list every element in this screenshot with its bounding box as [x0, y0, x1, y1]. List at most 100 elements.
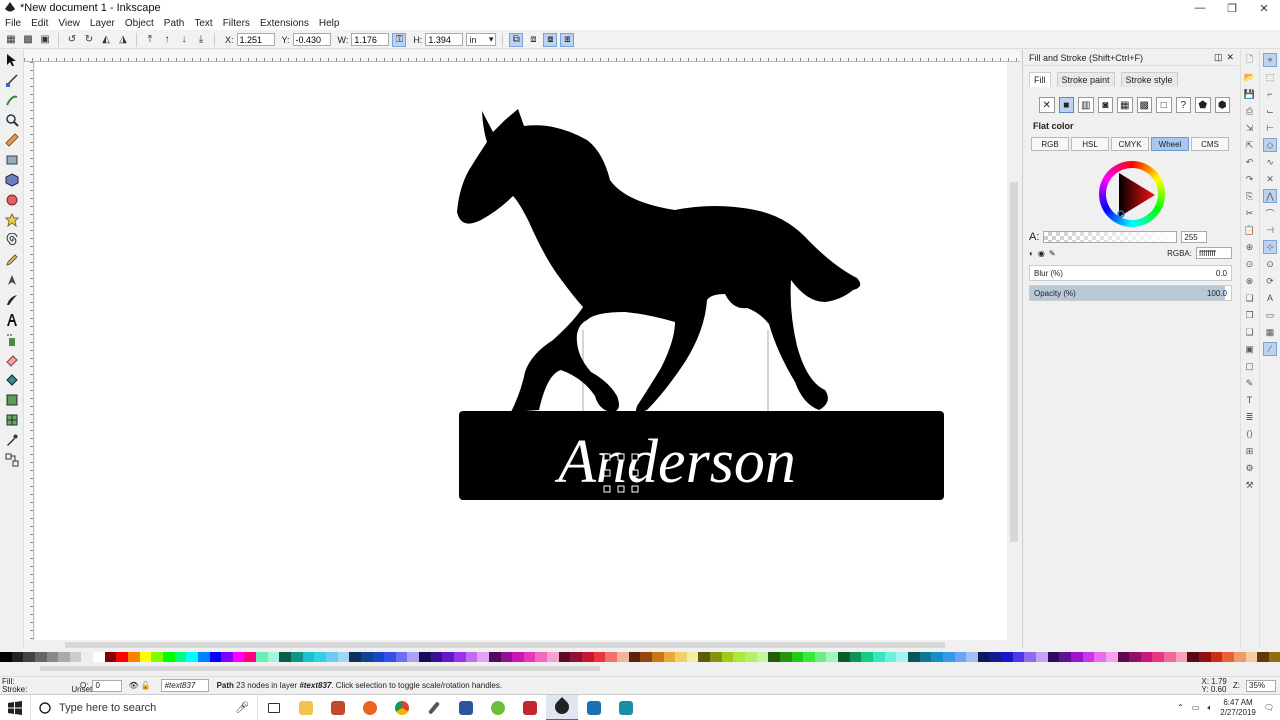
snap-bbox-edge-icon[interactable]: ⌐	[1263, 87, 1277, 101]
snap-midpoint-icon[interactable]: ⊣	[1263, 223, 1277, 237]
flip-horizontal-icon[interactable]: ◭	[99, 33, 113, 47]
y-field[interactable]	[292, 33, 331, 46]
palette-swatch[interactable]	[710, 652, 722, 662]
snap-bbox-icon[interactable]: ⬚	[1263, 70, 1277, 84]
palette-swatch[interactable]	[34, 652, 47, 662]
menu-file[interactable]: File	[0, 18, 26, 29]
palette-swatch[interactable]	[512, 652, 524, 662]
palette-swatch[interactable]	[360, 652, 373, 662]
export-icon[interactable]: ⇱	[1243, 138, 1257, 152]
palette-swatch[interactable]	[104, 652, 117, 662]
mode-wheel[interactable]: Wheel	[1151, 137, 1189, 151]
palette-swatch[interactable]	[849, 652, 862, 662]
palette-swatch[interactable]	[966, 652, 978, 662]
palette-swatch[interactable]	[547, 652, 559, 662]
palette-swatch[interactable]	[907, 652, 920, 662]
import-icon[interactable]: ⇲	[1243, 121, 1257, 135]
clone-icon[interactable]: ❐	[1243, 308, 1257, 322]
xml-editor-icon[interactable]: ⟨⟩	[1243, 427, 1257, 441]
flat-color-icon[interactable]: ■	[1058, 97, 1074, 113]
palette-swatch[interactable]	[1152, 652, 1165, 662]
palette-swatch[interactable]	[768, 652, 780, 662]
palette-swatch[interactable]	[209, 652, 222, 662]
chrome-icon[interactable]	[386, 695, 418, 720]
snap-path-icon[interactable]: ∿	[1263, 155, 1277, 169]
mode-hsl[interactable]: HSL	[1071, 137, 1109, 151]
measure-tool[interactable]	[2, 130, 22, 150]
close-button[interactable]: ✕	[1248, 0, 1280, 16]
palette-swatch[interactable]	[640, 652, 652, 662]
rectangle-tool[interactable]	[2, 150, 22, 170]
text-tool[interactable]	[2, 310, 22, 330]
palette-swatch[interactable]	[465, 652, 478, 662]
vertical-scroll-thumb[interactable]	[1010, 182, 1018, 542]
zoom-field[interactable]: 35%	[1246, 679, 1276, 692]
palette-swatch[interactable]	[1245, 652, 1258, 662]
palette-swatch[interactable]	[570, 652, 583, 662]
status-opacity-field[interactable]: 0	[92, 679, 123, 692]
palette-swatch[interactable]	[453, 652, 466, 662]
lower-to-bottom-icon[interactable]: ⤓	[194, 33, 208, 47]
palette-swatch[interactable]	[826, 652, 839, 662]
alpha-slider[interactable]	[1043, 231, 1178, 243]
print-icon[interactable]: ⎙	[1243, 104, 1257, 118]
palette-swatch[interactable]	[256, 652, 268, 662]
h-field[interactable]	[425, 33, 464, 46]
inkscape-taskbar-icon[interactable]	[546, 694, 578, 720]
palette-swatch[interactable]	[919, 652, 932, 662]
palette-swatch[interactable]	[267, 652, 280, 662]
palette-swatch[interactable]	[791, 652, 804, 662]
palette-swatch[interactable]	[221, 652, 233, 662]
layer-visibility-icon[interactable]: 👁	[128, 681, 138, 690]
palette-swatch[interactable]	[756, 652, 769, 662]
palette-swatch[interactable]	[349, 652, 361, 662]
palette-swatch[interactable]	[535, 652, 548, 662]
palette-swatch[interactable]	[838, 652, 850, 662]
palette-swatch[interactable]	[663, 652, 676, 662]
deselect-icon[interactable]: ▣	[38, 33, 52, 47]
mode-cmyk[interactable]: CMYK	[1111, 137, 1149, 151]
palette-swatch[interactable]	[651, 652, 664, 662]
palette-swatch[interactable]	[884, 652, 897, 662]
snap-page-icon[interactable]: ▭	[1263, 308, 1277, 322]
palette-swatch[interactable]	[69, 652, 82, 662]
palette-swatch[interactable]	[675, 652, 687, 662]
notifications-icon[interactable]: 🗨︎	[1264, 703, 1274, 712]
minimize-button[interactable]: —	[1184, 0, 1216, 16]
palette-swatch[interactable]	[814, 652, 827, 662]
snap-bbox-mid-icon[interactable]: ⊢	[1263, 121, 1277, 135]
tray-chevron-icon[interactable]: ⌃	[1177, 703, 1184, 712]
palette-swatch[interactable]	[81, 652, 94, 662]
unlink-clone-icon[interactable]: ❑	[1243, 325, 1257, 339]
palette-swatch[interactable]	[861, 652, 874, 662]
taskbar-search[interactable]: Type here to search 🎤︎	[30, 694, 258, 720]
palette-swatch[interactable]	[442, 652, 454, 662]
palette-swatch[interactable]	[733, 652, 745, 662]
spiral-tool[interactable]	[2, 230, 22, 250]
snap-bbox-corner-icon[interactable]: ⌙	[1263, 104, 1277, 118]
move-gradients-icon[interactable]: ⧇	[543, 32, 558, 47]
firefox-icon[interactable]	[354, 695, 386, 720]
spray-tool[interactable]	[2, 330, 22, 350]
palette-swatch[interactable]	[1268, 652, 1280, 662]
zoom-drawing-icon[interactable]: ⊙	[1243, 257, 1257, 271]
microphone-icon[interactable]: 🎤︎	[235, 701, 249, 714]
pen-app-icon[interactable]	[418, 695, 450, 720]
document-properties-icon[interactable]: ⚙	[1243, 461, 1257, 475]
tab-stroke-paint[interactable]: Stroke paint	[1056, 72, 1115, 87]
menu-text[interactable]: Text	[189, 18, 217, 29]
clock[interactable]: 6:47 AM 2/27/2019	[1220, 698, 1256, 718]
horizontal-scroll-thumb[interactable]	[65, 642, 945, 648]
alpha-field[interactable]: 255	[1181, 231, 1208, 243]
palette-swatch[interactable]	[1129, 652, 1141, 662]
new-document-icon[interactable]: 🗋	[1243, 53, 1257, 67]
palette-swatch[interactable]	[302, 652, 315, 662]
calligraphy-tool[interactable]	[2, 290, 22, 310]
palette-swatch[interactable]	[873, 652, 885, 662]
tab-fill[interactable]: Fill	[1029, 72, 1051, 87]
green-app-icon[interactable]	[482, 695, 514, 720]
palette-swatch[interactable]	[11, 652, 24, 662]
panel-float-icon[interactable]: ◫	[1214, 52, 1223, 63]
mesh-tool[interactable]	[2, 410, 22, 430]
scale-corners-icon[interactable]: ⧈	[526, 33, 540, 47]
